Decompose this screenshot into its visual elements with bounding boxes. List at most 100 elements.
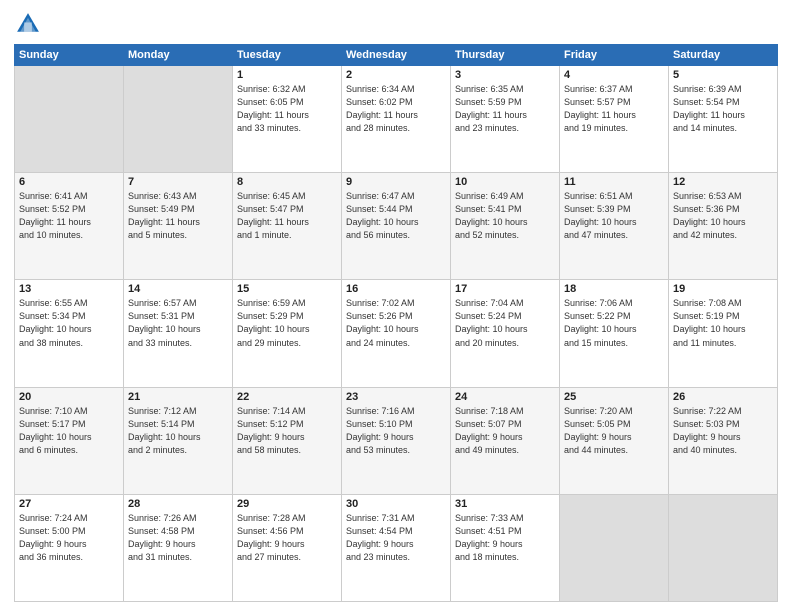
day-info: Sunrise: 7:04 AM Sunset: 5:24 PM Dayligh… [455, 297, 555, 349]
calendar-cell: 23 Sunrise: 7:16 AM Sunset: 5:10 PM Dayli… [342, 387, 451, 494]
day-number: 12 [673, 176, 773, 188]
calendar-week-row: 1 Sunrise: 6:32 AM Sunset: 6:05 PM Daylig… [15, 66, 778, 173]
calendar-week-row: 6 Sunrise: 6:41 AM Sunset: 5:52 PM Daylig… [15, 173, 778, 280]
day-info: Sunrise: 6:47 AM Sunset: 5:44 PM Dayligh… [346, 190, 446, 242]
calendar-cell: 1 Sunrise: 6:32 AM Sunset: 6:05 PM Daylig… [233, 66, 342, 173]
calendar-cell: 13Sunrise: 6:55 AM Sunset: 5:34 PM Dayli… [15, 280, 124, 387]
day-number: 19 [673, 283, 773, 295]
day-info: Sunrise: 7:10 AM Sunset: 5:17 PM Dayligh… [19, 405, 119, 457]
day-number: 10 [455, 176, 555, 188]
day-number: 6 [19, 176, 119, 188]
day-info: Sunrise: 6:32 AM Sunset: 6:05 PM Dayligh… [237, 83, 337, 135]
calendar-cell: 4 Sunrise: 6:37 AM Sunset: 5:57 PM Daylig… [560, 66, 669, 173]
day-info: Sunrise: 6:53 AM Sunset: 5:36 PM Dayligh… [673, 190, 773, 242]
calendar-cell: 31Sunrise: 7:33 AM Sunset: 4:51 PM Dayli… [451, 494, 560, 601]
day-info: Sunrise: 6:37 AM Sunset: 5:57 PM Dayligh… [564, 83, 664, 135]
calendar-cell: 25 Sunrise: 7:20 AM Sunset: 5:05 PM Dayli… [560, 387, 669, 494]
calendar-cell: 2Sunrise: 6:34 AM Sunset: 6:02 PM Daylig… [342, 66, 451, 173]
day-info: Sunrise: 6:51 AM Sunset: 5:39 PM Dayligh… [564, 190, 664, 242]
calendar-cell: 10 Sunrise: 6:49 AM Sunset: 5:41 PM Dayli… [451, 173, 560, 280]
day-info: Sunrise: 7:28 AM Sunset: 4:56 PM Dayligh… [237, 512, 337, 564]
calendar-cell: 29 Sunrise: 7:28 AM Sunset: 4:56 PM Dayli… [233, 494, 342, 601]
day-info: Sunrise: 7:06 AM Sunset: 5:22 PM Dayligh… [564, 297, 664, 349]
calendar-cell: 27Sunrise: 7:24 AM Sunset: 5:00 PM Dayli… [15, 494, 124, 601]
weekday-header: Sunday [15, 45, 124, 66]
day-number: 21 [128, 391, 228, 403]
day-number: 18 [564, 283, 664, 295]
day-number: 8 [237, 176, 337, 188]
day-number: 25 [564, 391, 664, 403]
day-number: 26 [673, 391, 773, 403]
day-info: Sunrise: 6:39 AM Sunset: 5:54 PM Dayligh… [673, 83, 773, 135]
day-info: Sunrise: 6:41 AM Sunset: 5:52 PM Dayligh… [19, 190, 119, 242]
day-number: 23 [346, 391, 446, 403]
header [14, 10, 778, 38]
calendar-cell: 19 Sunrise: 7:08 AM Sunset: 5:19 PM Dayli… [669, 280, 778, 387]
day-number: 20 [19, 391, 119, 403]
day-number: 9 [346, 176, 446, 188]
page: SundayMondayTuesdayWednesdayThursdayFrid… [0, 0, 792, 612]
day-info: Sunrise: 6:35 AM Sunset: 5:59 PM Dayligh… [455, 83, 555, 135]
day-number: 1 [237, 69, 337, 81]
logo [14, 10, 46, 38]
calendar-cell: 5 Sunrise: 6:39 AM Sunset: 5:54 PM Daylig… [669, 66, 778, 173]
weekday-header: Saturday [669, 45, 778, 66]
day-info: Sunrise: 6:49 AM Sunset: 5:41 PM Dayligh… [455, 190, 555, 242]
calendar-cell [669, 494, 778, 601]
day-number: 24 [455, 391, 555, 403]
calendar-cell: 30 Sunrise: 7:31 AM Sunset: 4:54 PM Dayli… [342, 494, 451, 601]
calendar-table: SundayMondayTuesdayWednesdayThursdayFrid… [14, 44, 778, 602]
day-number: 11 [564, 176, 664, 188]
calendar-cell: 20 Sunrise: 7:10 AM Sunset: 5:17 PM Dayli… [15, 387, 124, 494]
day-number: 3 [455, 69, 555, 81]
day-number: 14 [128, 283, 228, 295]
day-info: Sunrise: 7:20 AM Sunset: 5:05 PM Dayligh… [564, 405, 664, 457]
calendar-cell: 26Sunrise: 7:22 AM Sunset: 5:03 PM Dayli… [669, 387, 778, 494]
calendar-cell: 7Sunrise: 6:43 AM Sunset: 5:49 PM Daylig… [124, 173, 233, 280]
day-info: Sunrise: 7:12 AM Sunset: 5:14 PM Dayligh… [128, 405, 228, 457]
calendar-cell: 9 Sunrise: 6:47 AM Sunset: 5:44 PM Daylig… [342, 173, 451, 280]
weekday-header: Thursday [451, 45, 560, 66]
calendar-cell: 21 Sunrise: 7:12 AM Sunset: 5:14 PM Dayli… [124, 387, 233, 494]
day-info: Sunrise: 7:08 AM Sunset: 5:19 PM Dayligh… [673, 297, 773, 349]
calendar-cell [15, 66, 124, 173]
day-info: Sunrise: 6:34 AM Sunset: 6:02 PM Dayligh… [346, 83, 446, 135]
calendar-cell: 11 Sunrise: 6:51 AM Sunset: 5:39 PM Dayli… [560, 173, 669, 280]
calendar-week-row: 13Sunrise: 6:55 AM Sunset: 5:34 PM Dayli… [15, 280, 778, 387]
calendar-cell: 12 Sunrise: 6:53 AM Sunset: 5:36 PM Dayli… [669, 173, 778, 280]
day-info: Sunrise: 6:57 AM Sunset: 5:31 PM Dayligh… [128, 297, 228, 349]
weekday-header: Friday [560, 45, 669, 66]
day-number: 15 [237, 283, 337, 295]
calendar-cell [124, 66, 233, 173]
day-number: 5 [673, 69, 773, 81]
day-info: Sunrise: 7:31 AM Sunset: 4:54 PM Dayligh… [346, 512, 446, 564]
calendar-cell: 14 Sunrise: 6:57 AM Sunset: 5:31 PM Dayli… [124, 280, 233, 387]
day-number: 17 [455, 283, 555, 295]
weekday-header: Tuesday [233, 45, 342, 66]
day-number: 22 [237, 391, 337, 403]
calendar-week-row: 20 Sunrise: 7:10 AM Sunset: 5:17 PM Dayli… [15, 387, 778, 494]
calendar-cell: 15 Sunrise: 6:59 AM Sunset: 5:29 PM Dayli… [233, 280, 342, 387]
day-number: 4 [564, 69, 664, 81]
calendar-cell [560, 494, 669, 601]
day-number: 28 [128, 498, 228, 510]
day-number: 13 [19, 283, 119, 295]
day-number: 16 [346, 283, 446, 295]
day-number: 7 [128, 176, 228, 188]
calendar-cell: 17 Sunrise: 7:04 AM Sunset: 5:24 PM Dayli… [451, 280, 560, 387]
day-info: Sunrise: 6:45 AM Sunset: 5:47 PM Dayligh… [237, 190, 337, 242]
logo-icon [14, 10, 42, 38]
day-info: Sunrise: 7:02 AM Sunset: 5:26 PM Dayligh… [346, 297, 446, 349]
calendar-week-row: 27Sunrise: 7:24 AM Sunset: 5:00 PM Dayli… [15, 494, 778, 601]
calendar-cell: 28 Sunrise: 7:26 AM Sunset: 4:58 PM Dayli… [124, 494, 233, 601]
day-number: 30 [346, 498, 446, 510]
calendar-cell: 22 Sunrise: 7:14 AM Sunset: 5:12 PM Dayli… [233, 387, 342, 494]
weekday-header: Wednesday [342, 45, 451, 66]
day-info: Sunrise: 7:33 AM Sunset: 4:51 PM Dayligh… [455, 512, 555, 564]
day-info: Sunrise: 7:14 AM Sunset: 5:12 PM Dayligh… [237, 405, 337, 457]
day-number: 29 [237, 498, 337, 510]
calendar-cell: 6 Sunrise: 6:41 AM Sunset: 5:52 PM Daylig… [15, 173, 124, 280]
day-info: Sunrise: 7:26 AM Sunset: 4:58 PM Dayligh… [128, 512, 228, 564]
day-info: Sunrise: 7:16 AM Sunset: 5:10 PM Dayligh… [346, 405, 446, 457]
day-info: Sunrise: 6:59 AM Sunset: 5:29 PM Dayligh… [237, 297, 337, 349]
